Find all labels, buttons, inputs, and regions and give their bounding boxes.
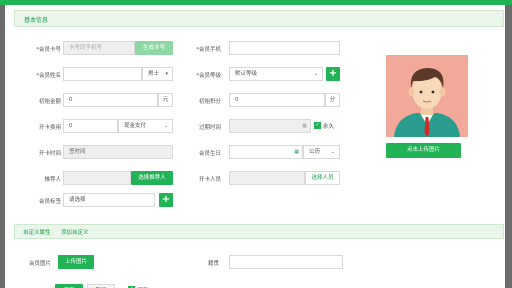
chevron-down-icon: ⌄ xyxy=(330,149,335,155)
level-label: *会员等级 xyxy=(196,73,221,79)
name-input[interactable] xyxy=(63,67,142,81)
section-title: 基本信息 xyxy=(24,17,49,24)
initial-amount-input[interactable]: 0 xyxy=(63,93,158,107)
card-time-label: 开卡时间 xyxy=(38,151,61,157)
native-place-input[interactable] xyxy=(229,255,343,269)
card-time-input[interactable]: 签时间 xyxy=(63,145,173,159)
initial-points-label: 初始积分 xyxy=(198,99,221,105)
initial-amount-label: 初始金额 xyxy=(38,99,61,105)
staff-input[interactable] xyxy=(229,171,305,185)
save-button[interactable]: 保存 xyxy=(55,284,83,288)
member-avatar xyxy=(386,55,468,137)
add-tag-button[interactable]: + xyxy=(159,193,173,207)
upload-avatar-button[interactable]: 点击上传图片 xyxy=(386,143,461,158)
pay-method-select[interactable]: 现金支付 ⌄ xyxy=(118,119,173,133)
select-referrer-button[interactable]: 选择推荐人 xyxy=(131,171,173,185)
chevron-down-icon: ⌄ xyxy=(313,71,318,77)
birthday-label: 会员生日 xyxy=(198,151,221,157)
birthday-input[interactable]: ▦ xyxy=(229,145,303,159)
member-form-panel: 基本信息 *会员卡号 卡号同手机号 生成卡号 *会员手机 *会员姓名 男士 ▾ *… xyxy=(5,5,505,288)
upload-photo-button[interactable]: 上传图片 xyxy=(58,255,94,269)
native-place-label: 籍贯 xyxy=(207,261,219,267)
chevron-down-icon: ▾ xyxy=(165,71,168,77)
avatar-illustration xyxy=(386,55,468,137)
phone-label: *会员手机 xyxy=(196,47,221,53)
calendar-type-select[interactable]: 公历 ⌄ xyxy=(303,145,340,159)
expire-label: 过期时间 xyxy=(198,125,221,131)
referrer-label: 推荐人 xyxy=(44,177,61,183)
points-unit: 分 xyxy=(325,93,340,107)
section-header: 基本信息 xyxy=(14,10,504,27)
card-fee-label: 开卡费用 xyxy=(38,125,61,131)
generate-card-button[interactable]: 生成卡号 xyxy=(135,41,173,55)
cancel-button[interactable]: 取消 xyxy=(87,284,115,288)
forever-label: 永久 xyxy=(323,124,335,130)
expire-input[interactable]: ▦ xyxy=(229,119,311,133)
tags-select[interactable]: 请选择 xyxy=(63,193,155,207)
add-level-button[interactable]: + xyxy=(326,67,340,81)
calendar-icon: ▦ xyxy=(302,123,307,129)
staff-label: 开卡人员 xyxy=(198,177,221,183)
card-no-input[interactable]: 卡号同手机号 xyxy=(63,41,135,55)
calendar-icon: ▦ xyxy=(294,149,299,155)
forever-checkbox[interactable]: ✓ xyxy=(314,122,321,129)
tags-label: 会员标签 xyxy=(38,199,61,205)
tab-custom-attributes[interactable]: 自定义属性 xyxy=(23,228,51,236)
custom-attributes-tabs: 自定义属性 添加自定义 xyxy=(14,224,504,239)
level-select[interactable]: 默认等级 ⌄ xyxy=(229,67,323,81)
card-fee-input[interactable]: 0 xyxy=(63,119,118,133)
tab-add-custom[interactable]: 添加自定义 xyxy=(61,228,89,236)
referrer-input[interactable] xyxy=(63,171,131,185)
chevron-down-icon: ⌄ xyxy=(163,123,168,129)
initial-points-input[interactable]: 0 xyxy=(229,93,325,107)
card-no-label: *会员卡号 xyxy=(36,47,61,53)
name-label: *会员姓名 xyxy=(36,73,61,79)
photo-label: 会员图片 xyxy=(28,261,51,267)
phone-input[interactable] xyxy=(229,41,340,55)
select-staff-button[interactable]: 选择人员 xyxy=(305,171,340,185)
